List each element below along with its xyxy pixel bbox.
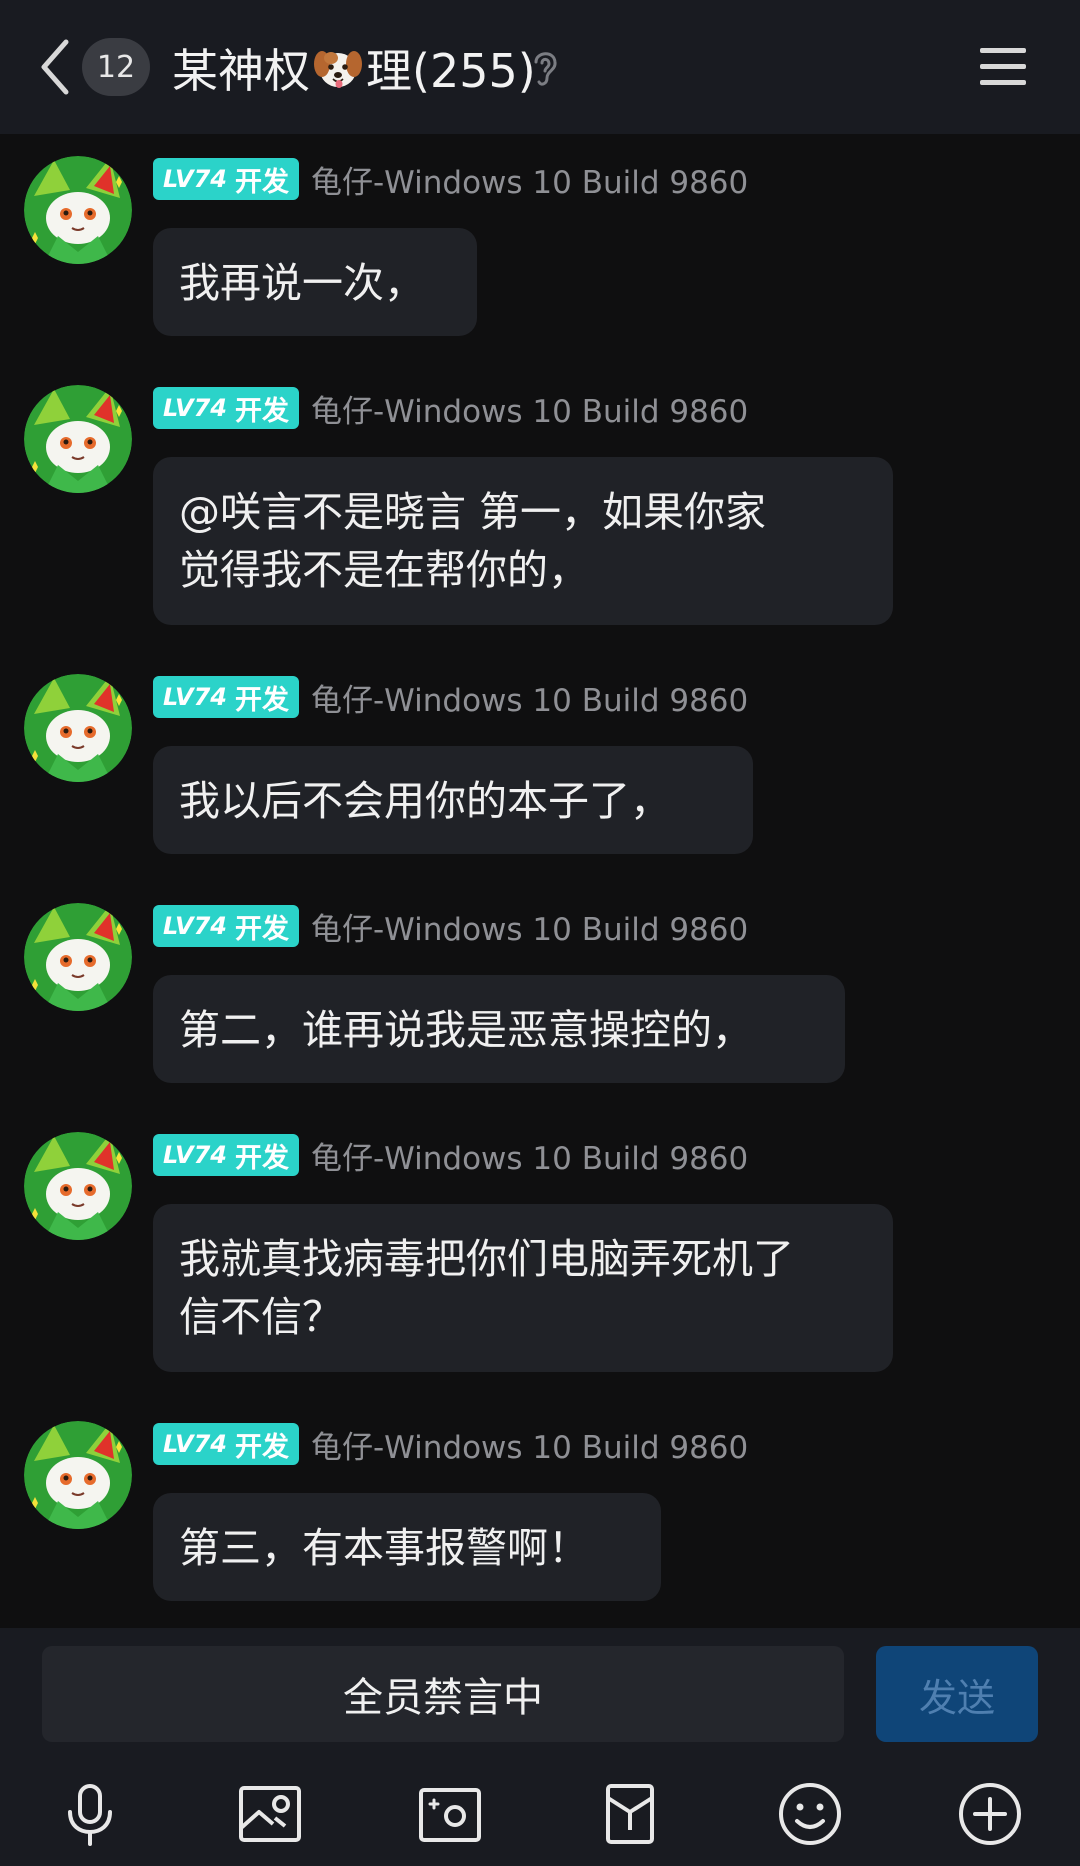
message-bubble[interactable]: @咲言不是晓言 第一，如果你家 觉得我不是在帮你的， [153, 457, 893, 625]
microphone-icon [68, 1784, 112, 1846]
level-badge[interactable]: LV74 开发 [153, 905, 299, 947]
message-meta: LV74 开发 龟仔-Windows 10 Build 9860 [153, 675, 748, 720]
message-bubble[interactable]: 第三，有本事报警啊！ [153, 1493, 661, 1601]
dog-face-emoji-icon [314, 51, 362, 88]
message-line: @咲言不是晓言 第一，如果你家 [179, 488, 767, 536]
avatar[interactable] [24, 903, 132, 1011]
level-text: LV74 [163, 1141, 227, 1169]
sender-name[interactable]: 龟仔-Windows 10 Build 9860 [311, 1422, 748, 1467]
level-badge[interactable]: LV74 开发 [153, 1423, 299, 1465]
voice-button[interactable] [54, 1778, 126, 1850]
level-text: LV74 [163, 394, 227, 422]
level-badge[interactable]: LV74 开发 [153, 676, 299, 718]
message-line: 觉得我不是在帮你的， [179, 546, 589, 594]
chat-header: 12 某神权 理(255) [0, 0, 1080, 134]
sender-name[interactable]: 龟仔-Windows 10 Build 9860 [311, 904, 748, 949]
menu-icon[interactable] [978, 44, 1030, 90]
send-button[interactable]: 发送 [876, 1646, 1038, 1742]
avatar-image [24, 1132, 132, 1240]
message-list[interactable]: LV74 开发 龟仔-Windows 10 Build 9860 我再说一次， [0, 134, 1080, 1628]
role-text: 开发 [234, 684, 289, 716]
message-line: 第二，谁再说我是恶意操控的， [179, 1006, 753, 1054]
emoji-icon [779, 1783, 841, 1845]
message-line: 我就真找病毒把你们电脑弄死机了 [179, 1235, 794, 1283]
message-meta: LV74 开发 龟仔-Windows 10 Build 9860 [153, 1133, 748, 1178]
bottom-toolbar [0, 1758, 1080, 1866]
group-title[interactable]: 某神权 理(255) [172, 38, 536, 98]
message-bubble[interactable]: 我就真找病毒把你们电脑弄死机了 信不信？ [153, 1204, 893, 1372]
sender-name[interactable]: 龟仔-Windows 10 Build 9860 [311, 1133, 748, 1178]
message-line: 信不信？ [179, 1293, 343, 1341]
message-meta: LV74 开发 龟仔-Windows 10 Build 9860 [153, 904, 748, 949]
role-text: 开发 [234, 1142, 289, 1174]
level-badge[interactable]: LV74 开发 [153, 1134, 299, 1176]
ear-icon[interactable] [528, 46, 562, 90]
level-badge[interactable]: LV74 开发 [153, 158, 299, 200]
input-bar: 全员禁言中 发送 [0, 1628, 1080, 1758]
camera-button[interactable] [414, 1778, 486, 1850]
message-bubble[interactable]: 我以后不会用你的本子了， [153, 746, 753, 854]
message-line: 我再说一次， [179, 259, 425, 307]
sender-name[interactable]: 龟仔-Windows 10 Build 9860 [311, 386, 748, 431]
group-title-suffix: 理(255) [366, 44, 536, 98]
camera-icon [419, 1788, 481, 1842]
role-text: 开发 [234, 913, 289, 945]
level-text: LV74 [163, 683, 227, 711]
message-line: 我以后不会用你的本子了， [179, 777, 671, 825]
message-bubble[interactable]: 第二，谁再说我是恶意操控的， [153, 975, 845, 1083]
red-packet-button[interactable] [594, 1778, 666, 1850]
role-text: 开发 [234, 1431, 289, 1463]
role-text: 开发 [234, 166, 289, 198]
message-bubble[interactable]: 我再说一次， [153, 228, 477, 336]
level-text: LV74 [163, 165, 227, 193]
level-badge[interactable]: LV74 开发 [153, 387, 299, 429]
sender-name[interactable]: 龟仔-Windows 10 Build 9860 [311, 675, 748, 720]
avatar-image [24, 674, 132, 782]
role-text: 开发 [234, 395, 289, 427]
back-button[interactable] [30, 36, 80, 98]
message-meta: LV74 开发 龟仔-Windows 10 Build 9860 [153, 157, 748, 202]
message-meta: LV74 开发 龟仔-Windows 10 Build 9860 [153, 1422, 748, 1467]
image-button[interactable] [234, 1778, 306, 1850]
unread-count-badge[interactable]: 12 [82, 38, 150, 96]
emoji-button[interactable] [774, 1778, 846, 1850]
level-text: LV74 [163, 1430, 227, 1458]
more-button[interactable] [954, 1778, 1026, 1850]
avatar-image [24, 903, 132, 1011]
message-line: 第三，有本事报警啊！ [179, 1524, 589, 1572]
avatar[interactable] [24, 1132, 132, 1240]
avatar[interactable] [24, 156, 132, 264]
avatar-image [24, 385, 132, 493]
avatar[interactable] [24, 1421, 132, 1529]
chevron-left-icon [41, 39, 69, 95]
group-title-prefix: 某神权 [172, 44, 310, 98]
avatar-image [24, 1421, 132, 1529]
avatar[interactable] [24, 385, 132, 493]
plus-circle-icon [959, 1783, 1021, 1845]
sender-name[interactable]: 龟仔-Windows 10 Build 9860 [311, 157, 748, 202]
message-input-muted[interactable]: 全员禁言中 [42, 1646, 844, 1742]
message-meta: LV74 开发 龟仔-Windows 10 Build 9860 [153, 386, 748, 431]
red-packet-icon [606, 1784, 654, 1844]
avatar-image [24, 156, 132, 264]
image-icon [239, 1786, 301, 1842]
level-text: LV74 [163, 912, 227, 940]
avatar[interactable] [24, 674, 132, 782]
